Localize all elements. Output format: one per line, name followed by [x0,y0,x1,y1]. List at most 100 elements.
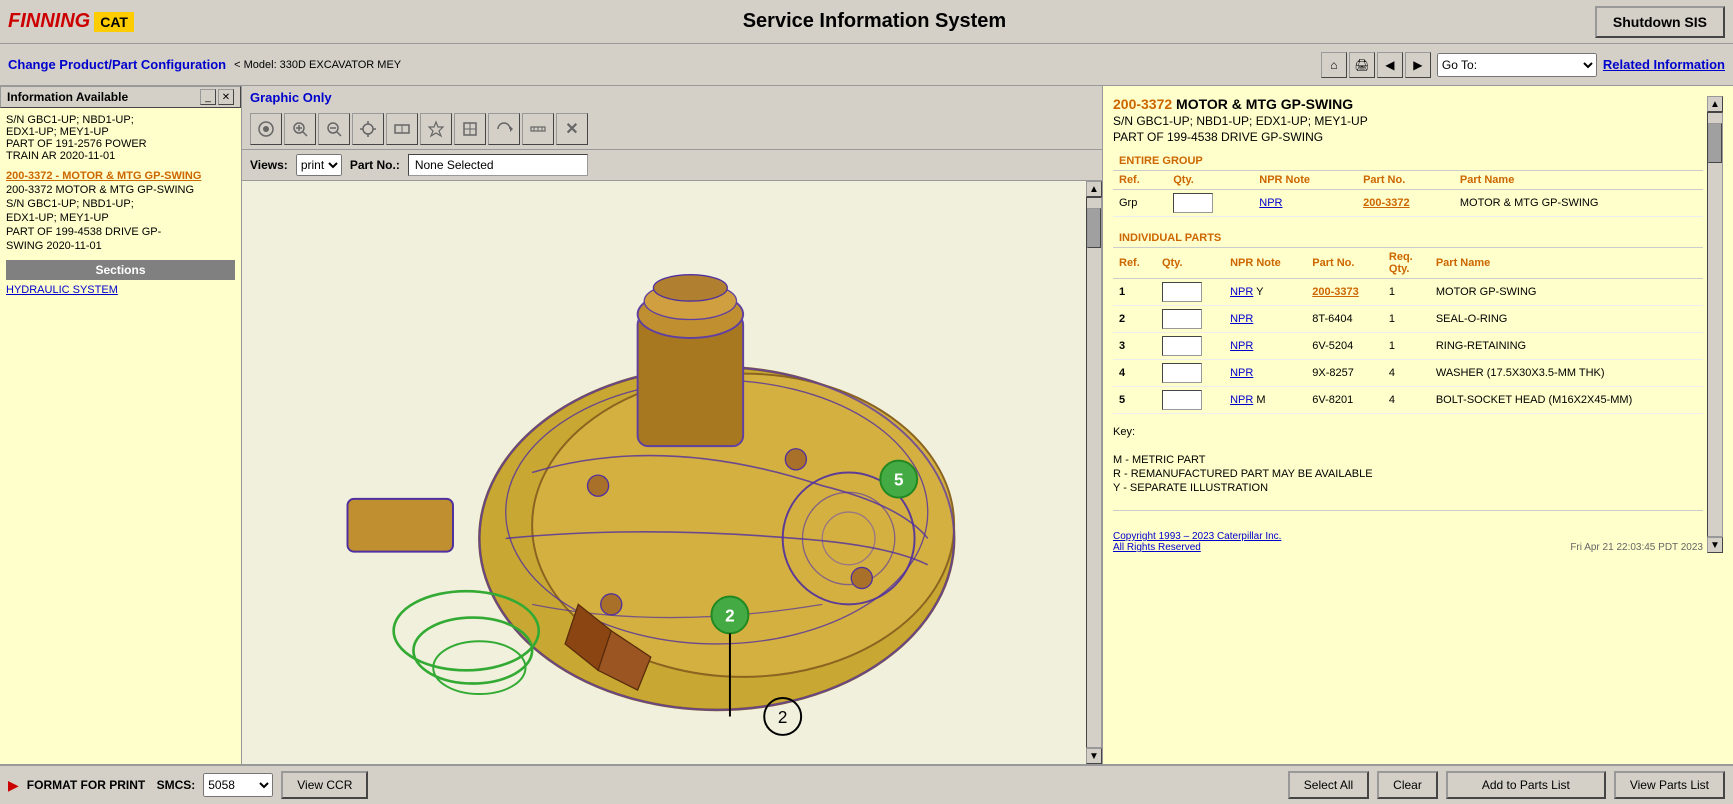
nav-controls: ⌂ 🖨 ◀ ▶ Go To: Related Information [1321,52,1725,78]
finning-logo: FINNING [8,10,90,33]
tool-pointer[interactable] [250,113,282,145]
npr-link-5[interactable]: NPR [1230,394,1253,406]
view-ccr-button[interactable]: View CCR [281,771,368,799]
partno-input[interactable] [408,154,588,176]
npr-4: NPR [1224,360,1306,387]
motor-mtg-link[interactable]: 200-3372 - MOTOR & MTG GP-SWING [6,170,235,182]
col-npr-note: NPR Note [1253,171,1357,190]
right-scrollbar-track[interactable] [1707,112,1723,537]
right-scrollbar-thumb[interactable] [1708,123,1722,163]
col-qty: Qty. [1167,171,1253,190]
print-icon[interactable]: 🖨 [1349,52,1375,78]
home-icon[interactable]: ⌂ [1321,52,1347,78]
npr-link-3[interactable]: NPR [1230,340,1253,352]
subheader: Change Product/Part Configuration < Mode… [0,44,1733,86]
partname-4: WASHER (17.5X30X3.5-MM THK) [1430,360,1703,387]
ref-3: 3 [1113,333,1156,360]
views-select[interactable]: print [296,154,342,176]
qty-input-4[interactable] [1162,363,1202,383]
key-m: M - METRIC PART [1113,454,1703,466]
col-partname-ind: Part Name [1430,248,1703,279]
bottom-bar: ▶ FORMAT FOR PRINT SMCS: 5058 View CCR S… [0,764,1733,804]
graphic-scrollbar: ▲ ▼ [1086,181,1102,764]
next-icon[interactable]: ▶ [1405,52,1431,78]
partno-orange-grp[interactable]: 200-3372 [1363,197,1410,209]
tool-explode[interactable] [420,113,452,145]
tool-pan[interactable] [352,113,384,145]
qty-4 [1156,360,1224,387]
scroll-up-arrow[interactable]: ▲ [1086,181,1102,197]
hydraulic-system-link[interactable]: HYDRAULIC SYSTEM [6,280,235,300]
sidebar: Information Available _ ✕ S/N GBC1-UP; N… [0,86,242,764]
app-title: Service Information System [154,10,1595,33]
npr-link-4[interactable]: NPR [1230,367,1253,379]
scrollbar-track[interactable] [1086,197,1102,748]
qty-2 [1156,306,1224,333]
views-label: Views: [250,158,288,172]
qty-input-2[interactable] [1162,309,1202,329]
col-ref-ind: Ref. [1113,248,1156,279]
sidebar-sn-text: S/N GBC1-UP; NBD1-UP;EDX1-UP; MEY1-UPPAR… [6,114,147,162]
minimize-button[interactable]: _ [200,89,216,105]
part-of: PART OF 199-4538 DRIVE GP-SWING [1113,130,1703,144]
col-partno-ind: Part No. [1306,248,1383,279]
partno-orange-1[interactable]: 200-3373 [1312,286,1359,298]
qty-input-grp[interactable] [1173,193,1213,213]
goto-select[interactable]: Go To: [1437,53,1597,77]
tool-close-graphic[interactable]: ✕ [556,113,588,145]
qty-input-5[interactable] [1162,390,1202,410]
close-button[interactable]: ✕ [218,89,234,105]
key-section: Key: M - METRIC PART R - REMANUFACTURED … [1113,426,1703,494]
clear-button[interactable]: Clear [1377,771,1438,799]
tool-measure[interactable] [522,113,554,145]
tool-rotate[interactable] [488,113,520,145]
tool-zoom-out[interactable] [318,113,350,145]
part-sn: S/N GBC1-UP; NBD1-UP; EDX1-UP; MEY1-UP [1113,114,1703,128]
ref-grp: Grp [1113,190,1167,217]
right-panel: 200-3372 MOTOR & MTG GP-SWING S/N GBC1-U… [1103,86,1733,764]
sidebar-item-motor: 200-3372 - MOTOR & MTG GP-SWING 200-3372… [6,170,235,252]
change-product-link[interactable]: Change Product/Part Configuration [8,57,226,72]
tool-fit[interactable] [386,113,418,145]
smcs-select[interactable]: 5058 [203,773,273,797]
npr-link-grp[interactable]: NPR [1259,197,1282,209]
format-arrow-icon: ▶ [8,777,19,794]
qty-input-3[interactable] [1162,336,1202,356]
add-to-parts-list-button[interactable]: Add to Parts List [1446,771,1606,799]
partname-grp: MOTOR & MTG GP-SWING [1454,190,1703,217]
partname-2: SEAL-O-RING [1430,306,1703,333]
prev-icon[interactable]: ◀ [1377,52,1403,78]
ref-2: 2 [1113,306,1156,333]
shutdown-button[interactable]: Shutdown SIS [1595,6,1725,38]
related-info-link[interactable]: Related Information [1603,57,1725,72]
copyright-text: Copyright 1993 – 2023 Caterpillar Inc.Al… [1113,531,1281,553]
qty-5 [1156,387,1224,414]
graphic-area: Graphic Only [242,86,1103,764]
model-label: < Model: 330D EXCAVATOR MEY [234,59,401,71]
main-content: Information Available _ ✕ S/N GBC1-UP; N… [0,86,1733,764]
partno-3: 6V-5204 [1306,333,1383,360]
table-row: 4 NPR 9X-8257 4 WASHER (17.5X30X3.5-MM T… [1113,360,1703,387]
copyright: Copyright 1993 – 2023 Caterpillar Inc.Al… [1113,531,1703,553]
tool-collapse[interactable] [454,113,486,145]
right-scroll-up[interactable]: ▲ [1707,96,1723,112]
col-part-name: Part Name [1454,171,1703,190]
ref-1: 1 [1113,279,1156,306]
col-ref: Ref. [1113,171,1167,190]
qty-input-1[interactable] [1162,282,1202,302]
scroll-down-arrow[interactable]: ▼ [1086,748,1102,764]
reqqty-3: 1 [1383,333,1430,360]
npr-3: NPR [1224,333,1306,360]
sections-header: Sections [6,260,235,280]
select-all-button[interactable]: Select All [1288,771,1369,799]
right-scroll-down[interactable]: ▼ [1707,537,1723,553]
reqqty-5: 4 [1383,387,1430,414]
qty-grp [1167,190,1253,217]
scrollbar-thumb[interactable] [1087,208,1101,248]
view-parts-list-button[interactable]: View Parts List [1614,771,1725,799]
npr-link-1[interactable]: NPR [1230,286,1253,298]
tool-zoom-in[interactable] [284,113,316,145]
col-req-qty: Req.Qty. [1383,248,1430,279]
npr-5: NPR M [1224,387,1306,414]
npr-link-2[interactable]: NPR [1230,313,1253,325]
